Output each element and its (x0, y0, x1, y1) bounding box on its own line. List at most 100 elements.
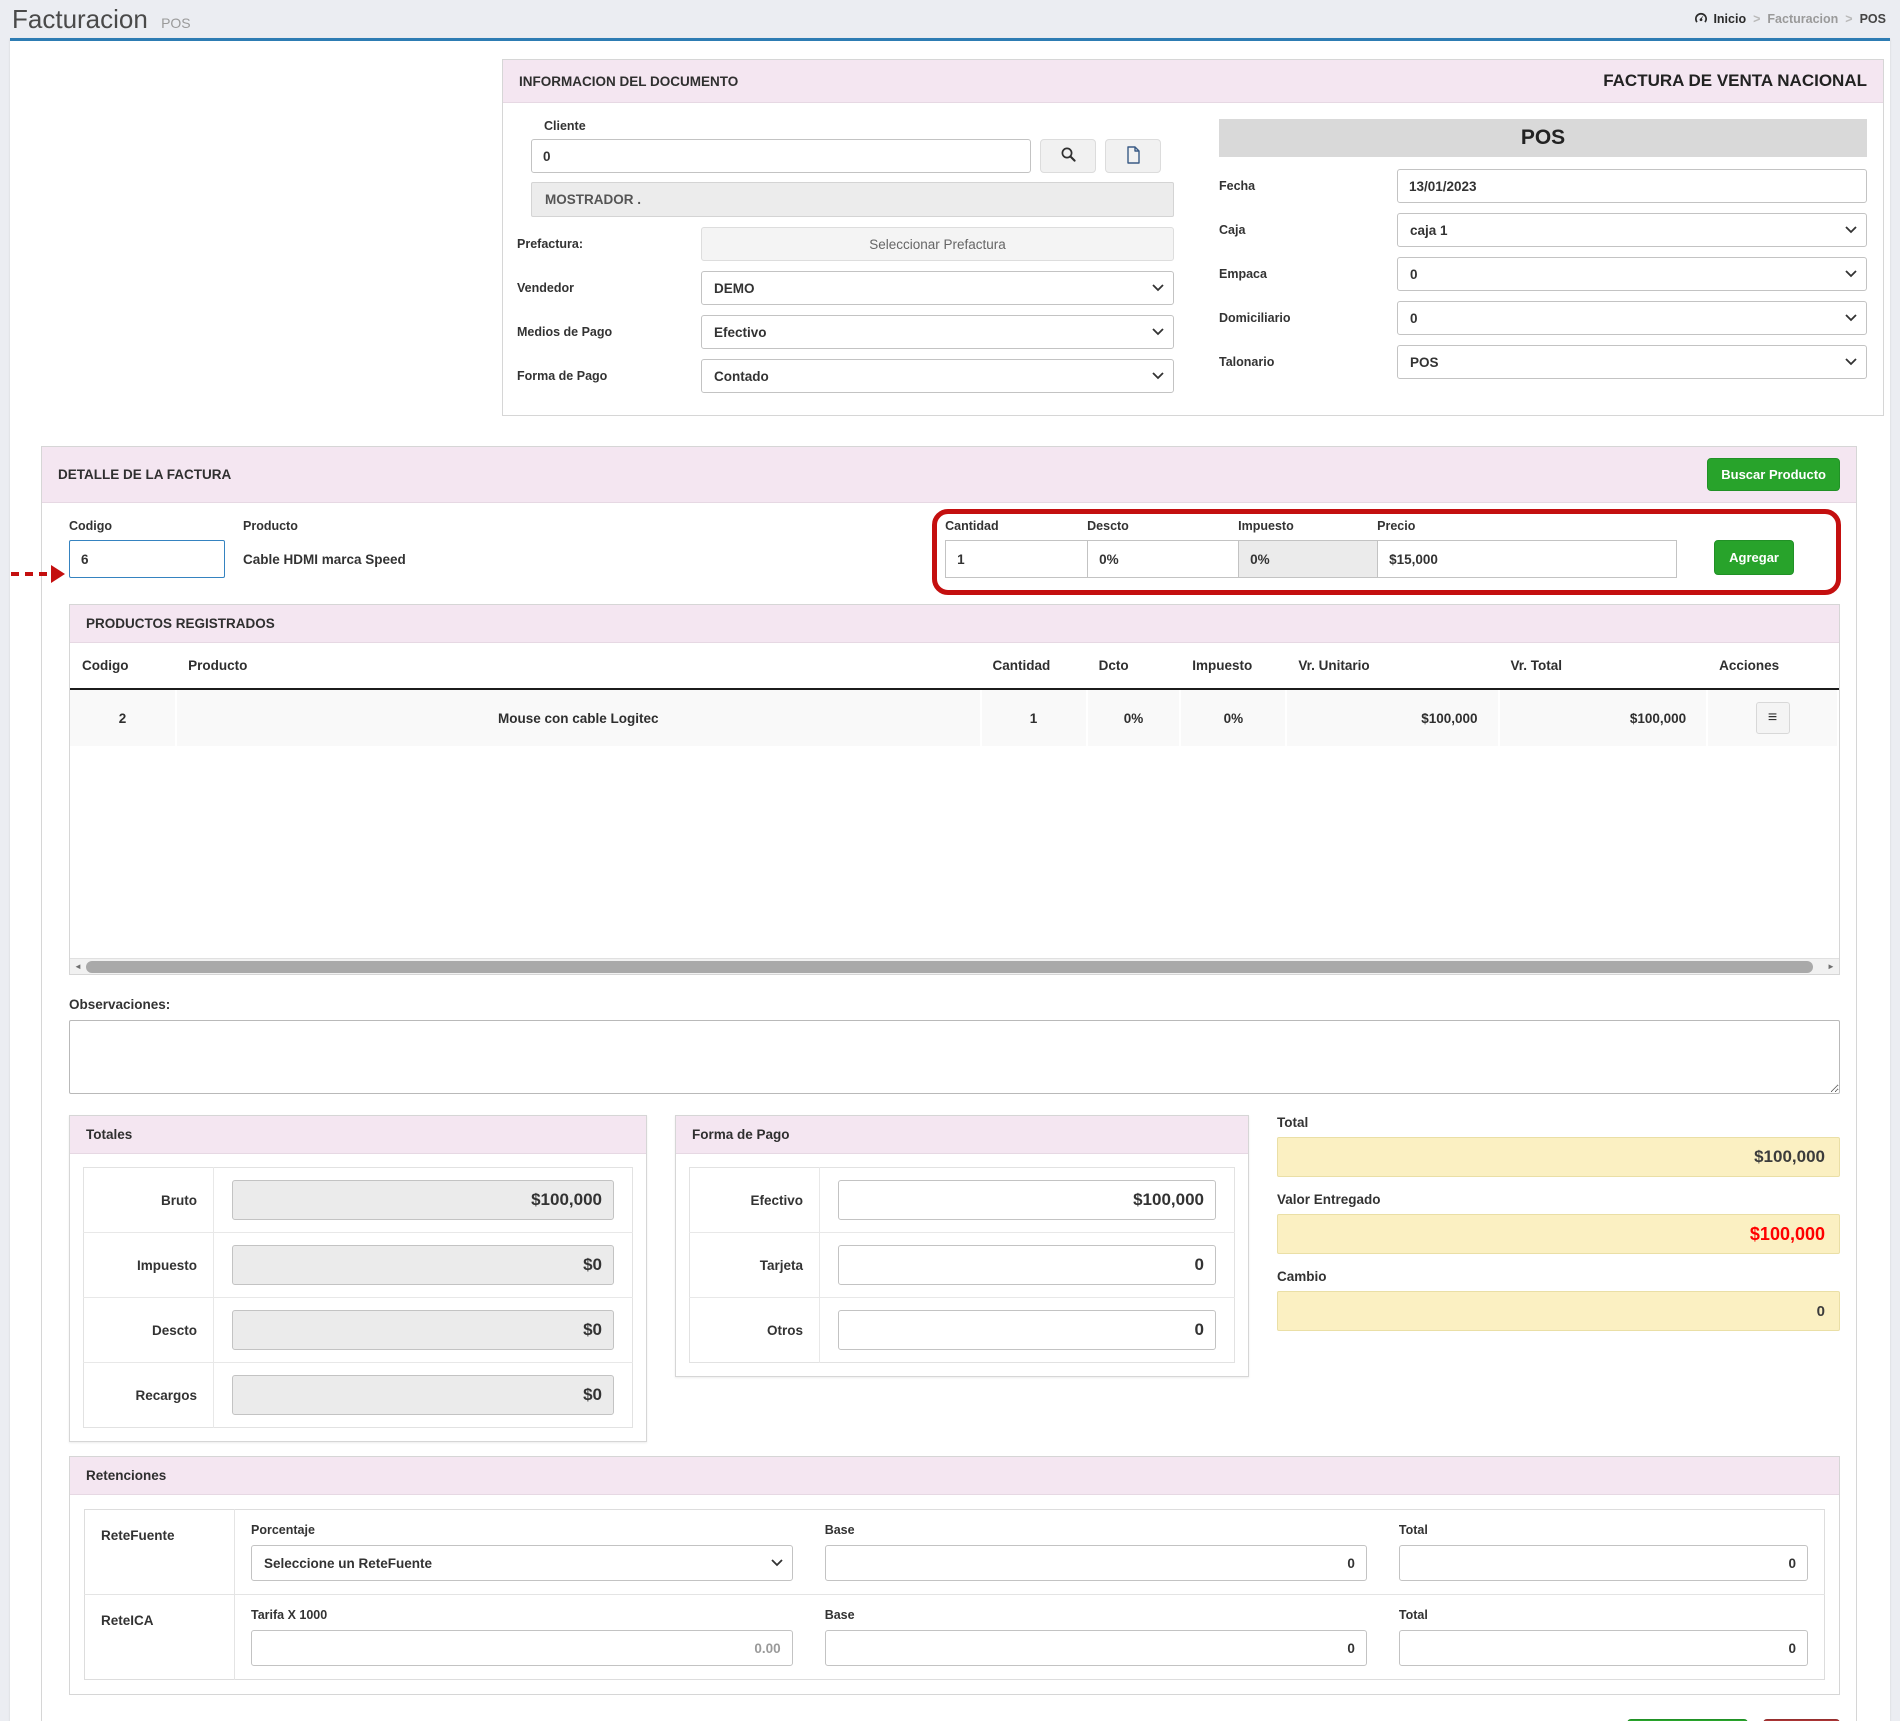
tarifa-label: Tarifa X 1000 (251, 1608, 793, 1622)
caja-select[interactable]: caja 1 (1397, 213, 1867, 247)
prefactura-label: Prefactura: (517, 237, 701, 251)
agregar-button[interactable]: Agregar (1714, 540, 1794, 575)
reteica-total-input[interactable] (1399, 1630, 1808, 1666)
breadcrumb-pos: POS (1860, 12, 1886, 26)
cambio-label: Cambio (1277, 1269, 1840, 1284)
row-actions-menu-button[interactable]: ≡ (1756, 702, 1790, 734)
col-header-cantidad: Cantidad (981, 643, 1087, 689)
vendedor-row: Vendedor DEMO (517, 271, 1193, 305)
efectivo-label: Efectivo (690, 1168, 820, 1233)
producto-label: Producto (243, 519, 945, 533)
cliente-input[interactable] (531, 139, 1031, 173)
horizontal-scrollbar[interactable]: ◄ ► (70, 958, 1839, 974)
row-dcto: 0% (1087, 689, 1181, 746)
otros-input[interactable] (838, 1310, 1216, 1350)
row-producto: Mouse con cable Logitec (176, 689, 980, 746)
forma-pago-header: Forma de Pago (676, 1116, 1248, 1154)
forma-pago-label: Forma de Pago (517, 369, 701, 383)
retefuente-select[interactable]: Seleccione un ReteFuente (251, 1545, 793, 1581)
fecha-input[interactable] (1397, 169, 1867, 203)
reteica-base-input[interactable] (825, 1630, 1367, 1666)
precio-input[interactable] (1377, 540, 1677, 578)
cliente-search-button[interactable] (1040, 139, 1096, 173)
col-header-vr-total: Vr. Total (1499, 643, 1708, 689)
caja-label: Caja (1219, 223, 1397, 237)
tarjeta-input[interactable] (838, 1245, 1216, 1285)
impuesto-readonly-input (1238, 540, 1378, 578)
breadcrumb-home-link[interactable]: Inicio (1694, 12, 1746, 27)
col-header-dcto: Dcto (1087, 643, 1181, 689)
medios-pago-row: Medios de Pago Efectivo (517, 315, 1193, 349)
cantidad-field: Cantidad (945, 519, 1088, 578)
medios-pago-value: Efectivo (714, 325, 767, 340)
domiciliario-select[interactable]: 0 (1397, 301, 1867, 335)
producto-value: Cable HDMI marca Speed (243, 540, 945, 567)
products-table: Codigo Producto Cantidad Dcto Impuesto V… (70, 643, 1839, 746)
empaca-select[interactable]: 0 (1397, 257, 1867, 291)
totales-title: Totales (86, 1127, 132, 1142)
impuesto-label: Impuesto (1238, 519, 1378, 533)
tarifa-input[interactable] (251, 1630, 793, 1666)
cantidad-input[interactable] (945, 540, 1088, 578)
valor-entregado-label: Valor Entregado (1277, 1192, 1840, 1207)
precio-label: Precio (1377, 519, 1677, 533)
forma-pago-select[interactable]: Contado (701, 359, 1174, 393)
col-header-producto: Producto (176, 643, 980, 689)
empaca-value: 0 (1410, 267, 1418, 282)
medios-pago-select[interactable]: Efectivo (701, 315, 1174, 349)
reteica-total-label: Total (1399, 1608, 1808, 1622)
scroll-left-arrow[interactable]: ◄ (70, 962, 86, 971)
retenciones-panel: Retenciones ReteFuente Porcentaje Selecc… (69, 1456, 1840, 1695)
talonario-select[interactable]: POS (1397, 345, 1867, 379)
invoice-detail-body: Codigo Producto Cable HDMI marca Speed C… (42, 503, 1856, 1721)
talonario-value: POS (1410, 355, 1439, 370)
page-title: Facturacion POS (12, 4, 191, 35)
buscar-producto-button[interactable]: Buscar Producto (1707, 458, 1840, 491)
codigo-label: Codigo (69, 519, 225, 533)
descto-input[interactable] (1087, 540, 1239, 578)
otros-row: Otros (690, 1298, 1235, 1363)
prefactura-row: Prefactura: Seleccionar Prefactura (517, 227, 1193, 261)
registered-products-panel: PRODUCTOS REGISTRADOS Codigo Producto Ca… (69, 604, 1840, 975)
invoice-type-title: FACTURA DE VENTA NACIONAL (1603, 71, 1867, 91)
retefuente-total-label: Total (1399, 1523, 1808, 1537)
retefuente-base-input[interactable] (825, 1545, 1367, 1581)
otros-label: Otros (690, 1298, 820, 1363)
document-info-body: Cliente M (503, 103, 1883, 415)
menu-icon: ≡ (1768, 709, 1777, 726)
seleccionar-prefactura-button[interactable]: Seleccionar Prefactura (701, 227, 1174, 261)
domiciliario-label: Domiciliario (1219, 311, 1397, 325)
totals-section: Totales Bruto Impuesto (69, 1115, 1840, 1442)
descto-total-readonly-input (232, 1310, 614, 1350)
observaciones-textarea[interactable] (69, 1020, 1840, 1094)
totales-row-bruto: Bruto (84, 1168, 633, 1233)
registered-products-header: PRODUCTOS REGISTRADOS (70, 605, 1839, 643)
retefuente-label: ReteFuente (85, 1510, 235, 1595)
scrollbar-thumb[interactable] (86, 961, 1813, 973)
annotation-arrow-dashes (11, 572, 47, 576)
retefuente-base-label: Base (825, 1523, 1367, 1537)
efectivo-input[interactable] (838, 1180, 1216, 1220)
retefuente-total-input[interactable] (1399, 1545, 1808, 1581)
annotation-arrow (11, 565, 65, 583)
scroll-right-arrow[interactable]: ► (1823, 962, 1839, 971)
row-cantidad: 1 (981, 689, 1087, 746)
efectivo-row: Efectivo (690, 1168, 1235, 1233)
codigo-input[interactable] (69, 540, 225, 578)
main-card: INFORMACION DEL DOCUMENTO FACTURA DE VEN… (10, 38, 1890, 1721)
breadcrumb: Inicio > Facturacion > POS (1694, 12, 1886, 27)
page-subtitle: POS (161, 15, 191, 31)
annotation-arrow-head (51, 565, 65, 583)
forma-pago-title: Forma de Pago (692, 1127, 790, 1142)
recargos-readonly-input (232, 1375, 614, 1415)
cantidad-label: Cantidad (945, 519, 1088, 533)
recargos-label: Recargos (84, 1363, 214, 1428)
breadcrumb-facturacion[interactable]: Facturacion (1767, 12, 1838, 26)
cliente-new-document-button[interactable] (1105, 139, 1161, 173)
impuesto-total-readonly-input (232, 1245, 614, 1285)
retenciones-table: ReteFuente Porcentaje Seleccione un Rete… (84, 1509, 1825, 1680)
descto-label: Descto (1087, 519, 1239, 533)
cliente-block: Cliente M (531, 119, 1193, 217)
talonario-label: Talonario (1219, 355, 1397, 369)
vendedor-select[interactable]: DEMO (701, 271, 1174, 305)
